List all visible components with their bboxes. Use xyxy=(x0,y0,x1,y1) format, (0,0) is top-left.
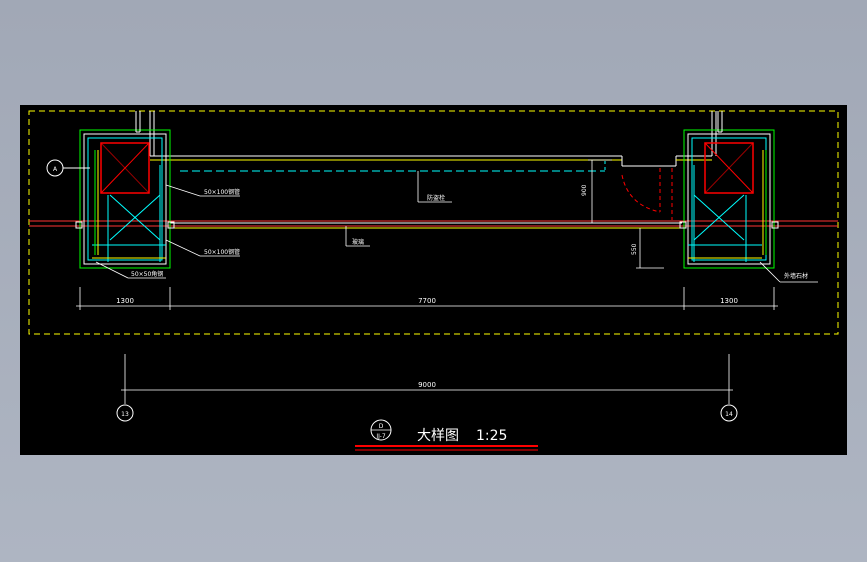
axis-bubble-right-label: 14 xyxy=(725,411,733,418)
dim-left-width: 1300 xyxy=(116,297,134,305)
detail-sheet-ref: JJ-7 xyxy=(375,433,385,440)
dim-middle-width: 7700 xyxy=(418,297,436,305)
dim-height-upper: 900 xyxy=(581,184,588,196)
dim-right-width: 1300 xyxy=(720,297,738,305)
cad-viewport: A 50×100钢管 50×100钢管 50×50角钢 防盗栓 玻璃 外墙石材 xyxy=(0,0,867,562)
callout-glass: 玻璃 xyxy=(352,238,364,246)
dim-height-lower: 550 xyxy=(631,243,638,255)
detail-drawing: A 50×100钢管 50×100钢管 50×50角钢 防盗栓 玻璃 外墙石材 xyxy=(20,105,847,455)
model-space-background xyxy=(20,105,847,455)
detail-title-scale: 1:25 xyxy=(476,428,507,444)
detail-number: D xyxy=(379,423,384,430)
callout-steel-tube-lower: 50×100钢管 xyxy=(204,248,240,256)
axis-bubble-left-label: 13 xyxy=(121,411,129,418)
dim-overall-width: 9000 xyxy=(418,381,436,389)
callout-stone-finish: 外墙石材 xyxy=(784,272,808,280)
callout-shutter-box: 防盗栓 xyxy=(427,194,445,202)
detail-title-name: 大样图 xyxy=(417,428,459,444)
callout-steel-angle: 50×50角钢 xyxy=(131,270,163,278)
callout-steel-tube-upper: 50×100钢管 xyxy=(204,188,240,196)
